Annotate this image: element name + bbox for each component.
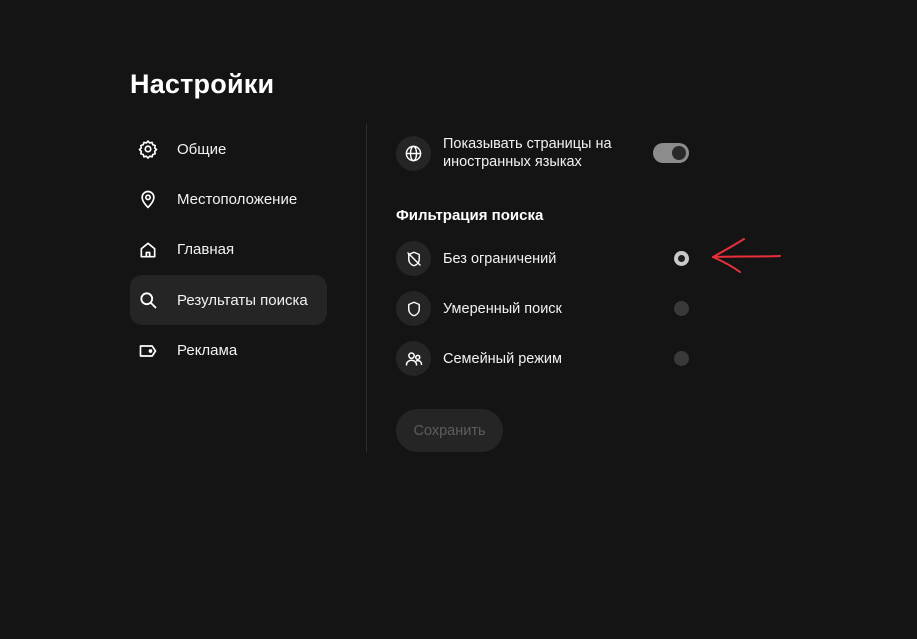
foreign-pages-label-line1: Показывать страницы на [443,136,612,152]
sidebar-item-label: Местоположение [177,190,298,208]
settings-sidebar: Общие Местоположение Главная Результаты … [130,124,327,376]
filter-option-label: Без ограничений [443,250,557,267]
sidebar-item-ads[interactable]: Реклама [130,326,327,376]
foreign-pages-label: Показывать страницы на иностранных языка… [443,135,612,171]
settings-page: Настройки Общие Местоположение Главная Р… [0,0,917,639]
filter-option-unrestricted[interactable]: Без ограничений [396,241,690,276]
shield-icon [396,291,431,326]
gear-icon [137,138,159,160]
vertical-divider [366,124,367,452]
filter-option-label: Семейный режим [443,350,562,367]
location-pin-icon [137,188,159,210]
toggle-knob [672,146,686,160]
sidebar-item-label: Общие [177,140,227,158]
foreign-pages-toggle[interactable] [653,143,689,163]
sidebar-item-home[interactable]: Главная [130,225,327,275]
filter-radio-family[interactable] [674,351,689,366]
filter-radio-moderate[interactable] [674,301,689,316]
filter-option-family[interactable]: Семейный режим [396,341,690,376]
family-icon [396,341,431,376]
filter-option-label: Умеренный поиск [443,300,562,317]
sidebar-item-location[interactable]: Местоположение [130,174,327,224]
globe-icon [396,135,431,171]
sidebar-item-general[interactable]: Общие [130,124,327,174]
sidebar-item-search-results[interactable]: Результаты поиска [130,275,327,326]
page-title: Настройки [130,69,275,99]
foreign-pages-setting: Показывать страницы на иностранных языка… [396,135,690,171]
filter-section-title: Фильтрация поиска [396,207,544,224]
save-button[interactable]: Сохранить [396,409,503,452]
shield-off-icon [396,241,431,276]
annotation-arrow-icon [712,238,781,273]
filter-radio-unrestricted[interactable] [674,251,689,266]
filter-option-moderate[interactable]: Умеренный поиск [396,291,690,326]
sidebar-item-label: Главная [177,241,235,259]
sidebar-item-label: Результаты поиска [177,291,308,309]
search-icon [137,289,159,311]
sidebar-item-label: Реклама [177,342,238,360]
home-icon [137,239,159,261]
ad-tag-icon [137,340,159,362]
foreign-pages-label-line2: иностранных языках [443,154,582,170]
